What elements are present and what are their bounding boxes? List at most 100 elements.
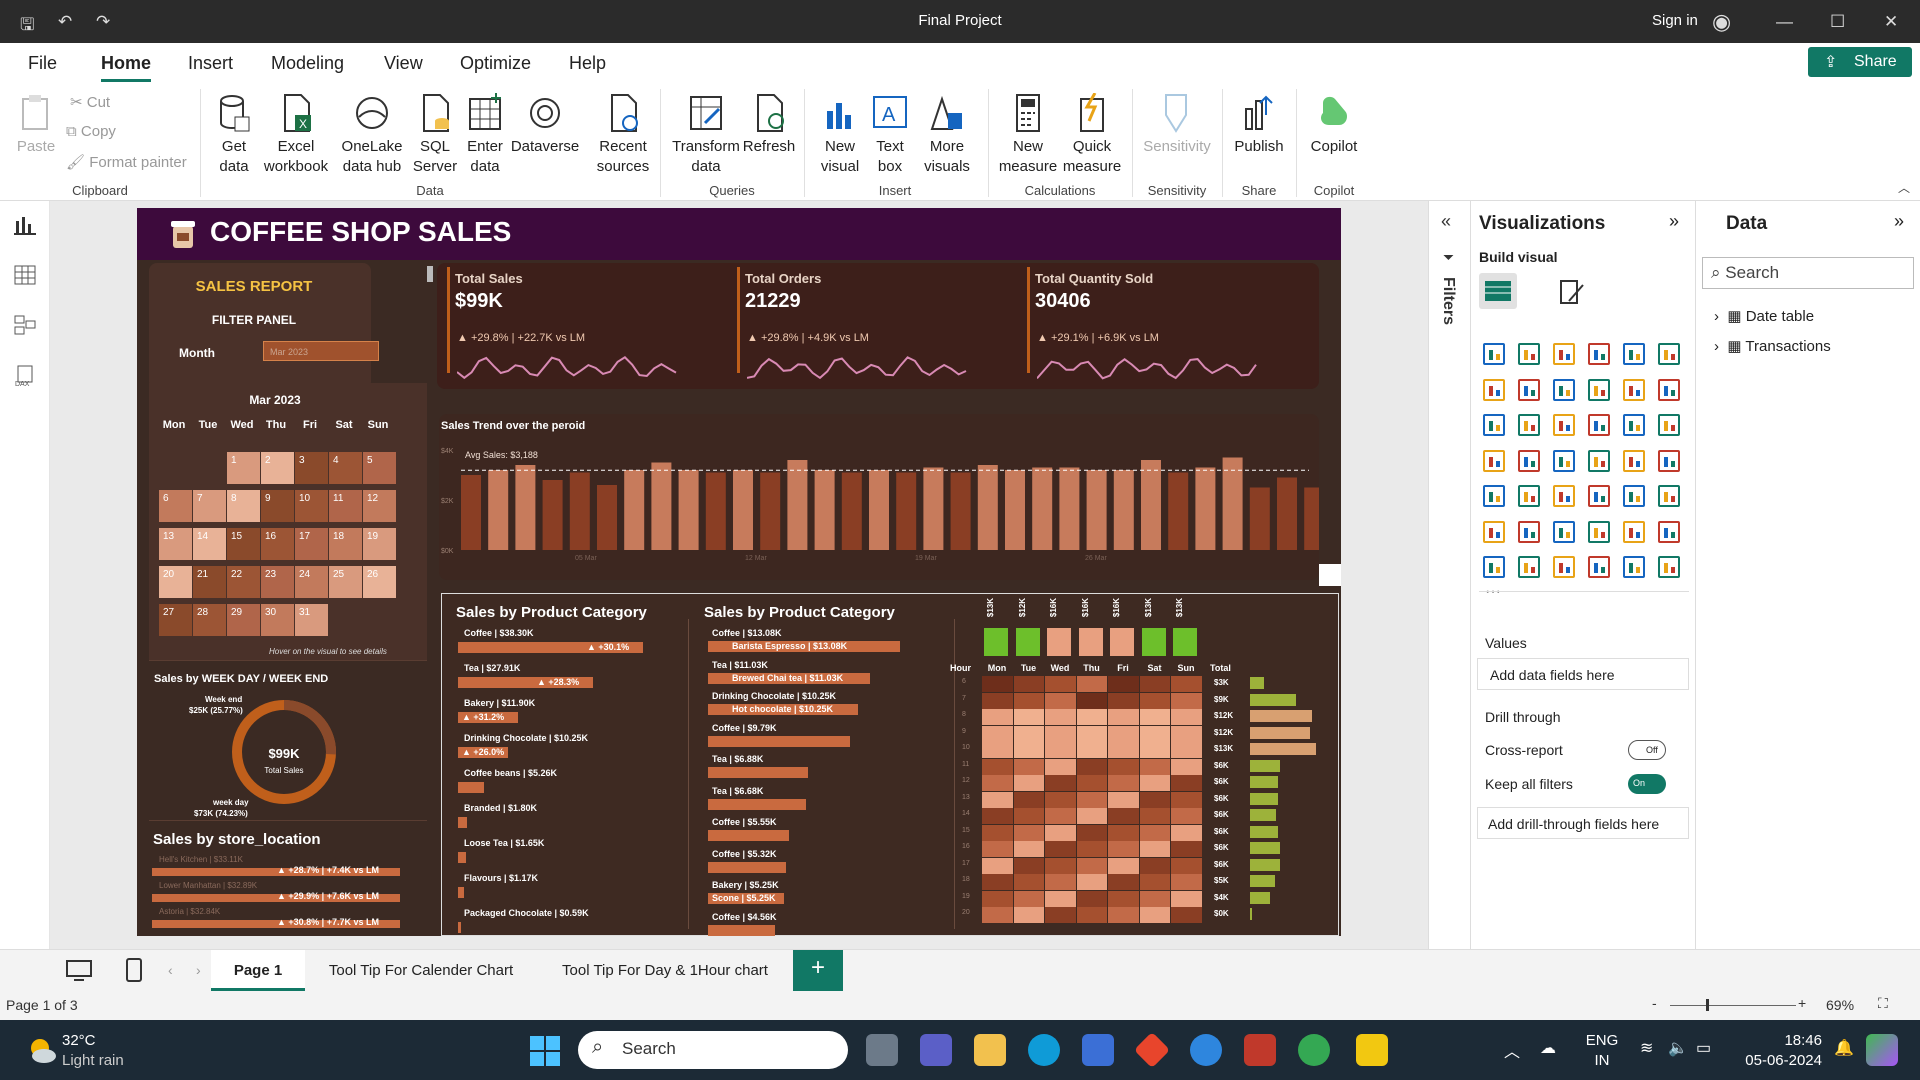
hour-total-bar[interactable]	[1250, 875, 1275, 887]
coffee-shop-report[interactable]: COFFEE SHOP SALES SALES REPORT FILTER PA…	[137, 208, 1341, 936]
heatmap-cell[interactable]	[982, 808, 1013, 824]
store-icon[interactable]	[1082, 1034, 1114, 1066]
hour-total-bar[interactable]	[1250, 710, 1312, 722]
heatmap-cell[interactable]	[1108, 742, 1139, 758]
line-column-icon[interactable]	[1623, 378, 1645, 401]
calendar-day-cell[interactable]: 8	[227, 490, 260, 522]
product-bar[interactable]	[708, 798, 806, 810]
clustered-column-icon[interactable]	[1588, 343, 1610, 365]
paste-button[interactable]: Paste	[14, 93, 58, 157]
card-icon[interactable]	[1658, 449, 1680, 472]
desktop-layout-icon[interactable]	[66, 960, 92, 982]
transform-data-button[interactable]: Transform data	[670, 93, 742, 177]
calendar-day-cell[interactable]: 17	[295, 528, 328, 560]
calendar-day-cell[interactable]: 23	[261, 566, 294, 598]
heatmap-cell[interactable]	[982, 841, 1013, 857]
heatmap-cell[interactable]	[1076, 824, 1107, 841]
build-visual-tab[interactable]	[1479, 273, 1517, 309]
menu-file[interactable]: File	[28, 53, 57, 74]
maximize-icon[interactable]: ☐	[1830, 12, 1845, 32]
heatmap-cell[interactable]	[982, 775, 1013, 791]
menu-modeling[interactable]: Modeling	[271, 53, 344, 74]
product-bar[interactable]	[708, 861, 786, 873]
heatmap-cell[interactable]	[1171, 709, 1202, 725]
heatmap-cell[interactable]	[1108, 775, 1139, 791]
gauge-icon[interactable]	[1623, 449, 1645, 472]
minimize-icon[interactable]: —	[1776, 12, 1793, 32]
wifi-icon[interactable]: ≋	[1640, 1038, 1653, 1058]
taskbar-search[interactable]: ⌕ Search	[578, 1031, 848, 1069]
enter-data-button[interactable]: Enter data	[462, 93, 508, 177]
trend-bar[interactable]	[923, 467, 944, 551]
heatmap-cell[interactable]	[1171, 874, 1202, 890]
kpi-sparkline[interactable]	[747, 353, 977, 383]
calendar-day-cell[interactable]: 12	[363, 490, 396, 522]
calendar-day-cell[interactable]: 14	[193, 528, 226, 560]
report-view-icon[interactable]	[14, 215, 36, 235]
edge-icon[interactable]	[1028, 1034, 1060, 1066]
account-icon[interactable]: ◉	[1712, 9, 1731, 35]
heatmap-cell[interactable]	[1045, 676, 1076, 692]
more-visuals-button[interactable]: More visuals	[916, 93, 978, 177]
donut-icon[interactable]	[1658, 414, 1680, 436]
heatmap-cell[interactable]	[1045, 742, 1076, 758]
text-box-button[interactable]: A Text box	[868, 93, 912, 177]
waterfall-icon[interactable]	[1518, 414, 1540, 436]
heatmap-cell[interactable]	[982, 709, 1013, 725]
multirow-card-icon[interactable]	[1483, 485, 1505, 507]
heatmap-cell[interactable]	[1076, 742, 1107, 758]
heatmap-cell[interactable]	[1171, 775, 1202, 791]
trend-bar[interactable]	[896, 472, 917, 551]
lang-2[interactable]: IN	[1582, 1052, 1622, 1069]
100-column-icon[interactable]	[1658, 343, 1680, 365]
heatmap-cell[interactable]	[1108, 676, 1139, 692]
trend-bar[interactable]	[651, 462, 672, 551]
heatmap-cell[interactable]	[982, 791, 1013, 808]
share-button[interactable]: ⇪ Share	[1808, 47, 1912, 77]
heatmap-cell[interactable]	[1013, 775, 1044, 791]
values-drop-zone[interactable]: Add data fields here	[1477, 658, 1689, 690]
heatmap-cell[interactable]	[1076, 874, 1107, 890]
hour-total-bar[interactable]	[1250, 677, 1264, 689]
cross-report-toggle[interactable]: Off	[1628, 740, 1666, 760]
close-icon[interactable]: ✕	[1884, 12, 1898, 32]
heatmap-cell[interactable]	[1139, 676, 1170, 692]
heatmap-cell[interactable]	[1139, 791, 1170, 808]
hour-total-bar[interactable]	[1250, 891, 1270, 904]
dataverse-button[interactable]: Dataverse	[510, 93, 580, 157]
heatmap-cell[interactable]	[1045, 841, 1076, 857]
heatmap-cell[interactable]	[1171, 742, 1202, 758]
trend-bar[interactable]	[841, 472, 862, 551]
trend-bar[interactable]	[1032, 467, 1053, 551]
filled-map-icon[interactable]	[1553, 449, 1575, 472]
day-total-bar[interactable]	[1110, 628, 1134, 656]
menu-optimize[interactable]: Optimize	[460, 53, 531, 74]
sign-in-link[interactable]: Sign in	[1652, 12, 1698, 29]
quick-measure-button[interactable]: Quick measure	[1062, 93, 1122, 177]
hour-total-bar[interactable]	[1250, 726, 1310, 739]
keep-filters-toggle[interactable]: On	[1628, 774, 1666, 794]
menu-insert[interactable]: Insert	[188, 53, 233, 74]
network-status-icon[interactable]: ☁	[1540, 1038, 1556, 1058]
day-total-bar[interactable]	[1173, 628, 1197, 656]
recent-sources-button[interactable]: Recent sources	[590, 93, 656, 177]
month-slicer[interactable]: Mar 2023	[263, 341, 379, 361]
heatmap-cell[interactable]	[1108, 874, 1139, 890]
area-chart-icon[interactable]	[1518, 378, 1540, 401]
teams-icon[interactable]	[920, 1034, 952, 1066]
format-painter-button[interactable]: 🖌 Format painter	[66, 153, 187, 171]
calendar-day-cell[interactable]: 30	[261, 604, 294, 636]
filters-label[interactable]: Filters	[1439, 277, 1457, 325]
calendar-day-cell[interactable]: 1	[227, 452, 260, 484]
clustered-bar-icon[interactable]	[1553, 343, 1575, 365]
heatmap-cell[interactable]	[1139, 758, 1170, 775]
heatmap-cell[interactable]	[1139, 692, 1170, 709]
heatmap-cell[interactable]	[1171, 890, 1202, 907]
transactions-item[interactable]: › ▦ Transactions	[1714, 337, 1831, 355]
heatmap-cell[interactable]	[982, 874, 1013, 890]
heatmap-cell[interactable]	[1108, 841, 1139, 857]
heatmap-cell[interactable]	[1013, 890, 1044, 907]
python-visual-icon[interactable]	[1483, 520, 1505, 543]
sql-server-button[interactable]: SQL Server	[412, 93, 458, 177]
heatmap-cell[interactable]	[1171, 676, 1202, 692]
